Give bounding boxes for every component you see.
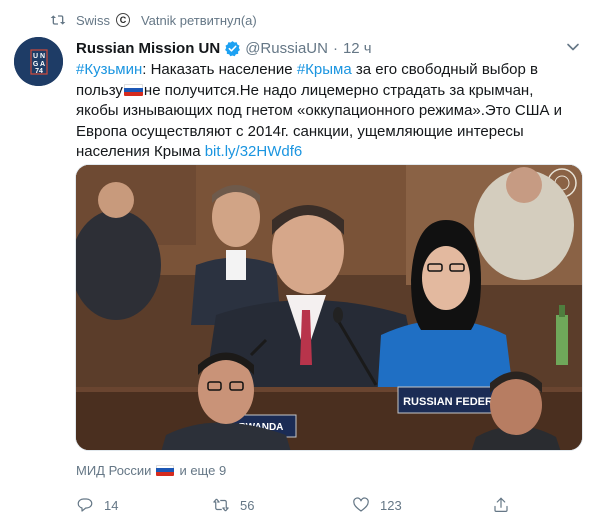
retweet-icon — [50, 15, 66, 25]
reply-count: 14 — [104, 497, 119, 513]
header-dot: · — [332, 39, 338, 57]
author-name[interactable]: Russian Mission UN — [76, 40, 220, 57]
retweet-icon — [213, 498, 229, 512]
reply-button[interactable]: 14 — [76, 496, 118, 514]
retweet-button[interactable]: 56 — [212, 496, 254, 514]
chevron-down-icon[interactable] — [566, 40, 580, 54]
photo-image: RUSSIAN FEDERA RWANDA — [76, 165, 582, 450]
hashtag-krym[interactable]: #Крыма — [297, 61, 352, 78]
retweet-indicator[interactable]: Swiss C Vatnik ретвитнул(а) — [50, 10, 257, 30]
share-icon — [494, 497, 508, 512]
retweet-count: 56 — [240, 497, 255, 513]
avatar[interactable]: U N G A 74 — [14, 37, 63, 86]
share-button[interactable] — [492, 496, 520, 514]
placard-russia-text: RUSSIAN FEDERA — [403, 396, 501, 408]
retweeter-name[interactable]: Swiss — [76, 13, 110, 28]
like-button[interactable]: 123 — [352, 496, 402, 514]
author-handle[interactable]: @RussiaUN — [245, 40, 328, 57]
retweeter-separator: C — [115, 13, 135, 27]
liked-by[interactable]: МИД России и еще 9 — [76, 461, 226, 479]
reply-icon — [77, 498, 93, 512]
tweet-text: #Кузьмин: Наказать население #Крыма за е… — [76, 60, 576, 163]
tweet-actions: 14 56 123 — [76, 494, 576, 516]
like-count: 123 — [380, 497, 402, 513]
hashtag-kuzmin[interactable]: #Кузьмин — [76, 61, 142, 78]
avatar-line-1: U N — [33, 53, 45, 60]
tweet-header: Russian Mission UN @RussiaUN · 12 ч — [76, 38, 372, 58]
tweet-timestamp[interactable]: 12 ч — [343, 40, 372, 57]
retweeter-name-2[interactable]: Vatnik ретвитнул(а) — [141, 13, 257, 28]
verified-badge-icon — [225, 40, 241, 56]
copyright-badge-icon: C — [115, 13, 130, 27]
tweet-link[interactable]: bit.ly/32HWdf6 — [205, 143, 303, 160]
russia-flag-icon — [123, 83, 143, 96]
unga-logo-icon: U N G A 74 — [14, 37, 63, 86]
russia-flag-icon — [156, 464, 175, 476]
avatar-line-2: G A — [33, 61, 45, 68]
liked-by-account[interactable]: МИД России — [76, 463, 151, 478]
heart-icon — [353, 497, 369, 512]
liked-by-others[interactable]: и еще 9 — [179, 463, 226, 478]
avatar-line-3: 74 — [35, 68, 43, 75]
tweet-text-part-1: : Наказать население — [142, 61, 297, 78]
tweet-photo[interactable]: RUSSIAN FEDERA RWANDA — [75, 164, 583, 451]
tweet-text-part-3: не получится.Не надо лицемерно страдать … — [76, 81, 563, 161]
